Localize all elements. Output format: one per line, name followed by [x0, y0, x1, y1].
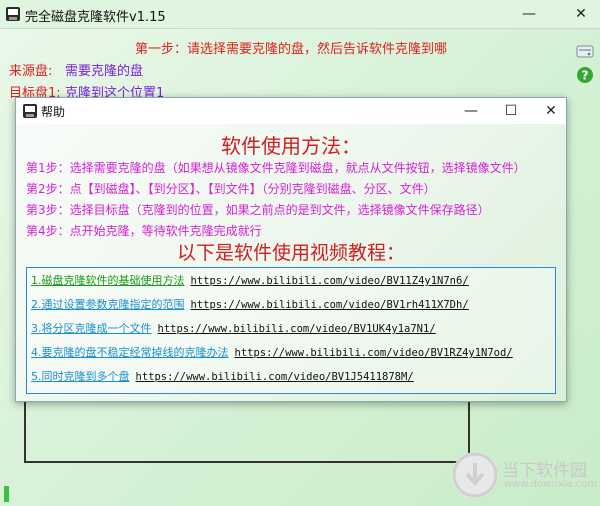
video-link-5[interactable]: 5.同时克隆到多个盘 https://www.bilibili.com/video… — [31, 368, 414, 384]
video-link-list: 1.磁盘克隆软件的基础使用方法 https://www.bilibili.com/… — [26, 267, 556, 394]
disk-app-icon — [23, 104, 37, 118]
video-link-3[interactable]: 3.将分区克隆成一个文件 https://www.bilibili.com/vid… — [31, 320, 436, 336]
video-link-url: https://www.bilibili.com/video/BV11Z4y1N… — [190, 275, 469, 287]
video-link-2[interactable]: 2.通过设置参数克隆指定的范围 https://www.bilibili.com/… — [31, 296, 469, 312]
help-question-icon[interactable]: ? — [576, 66, 594, 84]
svg-text:?: ? — [582, 69, 589, 83]
source-disk-label: 来源盘: — [9, 64, 53, 79]
usage-heading: 软件使用方法： — [221, 134, 361, 158]
video-link-url: https://www.bilibili.com/video/BV1RZ4y1N… — [234, 347, 513, 359]
help-step-1: 第1步：选择需要克隆的盘（如果想从镜像文件克隆到磁盘，就点从文件按钮，选择镜像文… — [26, 161, 526, 175]
video-link-label: 1.磁盘克隆软件的基础使用方法 — [31, 274, 185, 287]
watermark: 当下软件园 www.downxia.com — [452, 452, 597, 502]
help-maximize-button[interactable]: ☐ — [500, 101, 522, 121]
help-dialog-title: 帮助 — [41, 105, 66, 119]
help-step-3: 第3步：选择目标盘（克隆到的位置，如果之前点的是到文件，选择镜像文件保存路径） — [26, 203, 490, 217]
help-close-button[interactable]: ✕ — [540, 101, 562, 121]
help-minimize-button[interactable]: — — [460, 101, 482, 121]
window-title: 完全磁盘克隆软件v1.15 — [25, 10, 166, 25]
help-dialog: 帮助 — ☐ ✕ 软件使用方法： 第1步：选择需要克隆的盘（如果想从镜像文件克隆… — [15, 97, 567, 402]
video-link-url: https://www.bilibili.com/video/BV1rh411X… — [190, 299, 469, 311]
watermark-logo-icon — [452, 452, 498, 498]
video-link-label: 5.同时克隆到多个盘 — [31, 370, 130, 383]
video-link-label: 3.将分区克隆成一个文件 — [31, 322, 152, 335]
watermark-url: www.downxia.com — [504, 479, 598, 490]
minimize-button[interactable]: — — [518, 4, 540, 24]
video-link-1[interactable]: 1.磁盘克隆软件的基础使用方法 https://www.bilibili.com/… — [31, 272, 469, 288]
main-titlebar[interactable]: 完全磁盘克隆软件v1.15 — ✕ — [0, 0, 600, 29]
disk-app-icon — [6, 7, 20, 21]
video-tutorial-heading: 以下是软件使用视频教程： — [176, 242, 405, 264]
help-titlebar[interactable]: 帮助 — ☐ ✕ — [16, 98, 566, 124]
source-disk-value[interactable]: 需要克隆的盘 — [65, 60, 143, 79]
video-link-url: https://www.bilibili.com/video/BV1UK4y1a… — [157, 323, 436, 335]
video-link-url: https://www.bilibili.com/video/BV1J54118… — [135, 371, 414, 383]
video-link-label: 4.要克隆的盘不稳定经常掉线的克隆办法 — [31, 346, 229, 359]
progress-indicator — [4, 486, 9, 502]
step-instruction: 第一步：请选择需要克隆的盘，然后告诉软件克隆到哪 — [135, 42, 448, 57]
close-button[interactable]: ✕ — [570, 4, 592, 24]
video-link-label: 2.通过设置参数克隆指定的范围 — [31, 298, 185, 311]
disk-list-icon[interactable] — [576, 42, 594, 60]
help-step-2: 第2步：点【到磁盘】、【到分区】、【到文件】（分别克隆到磁盘、分区、文件） — [26, 182, 436, 196]
watermark-text: 当下软件园 — [502, 461, 587, 481]
video-link-4[interactable]: 4.要克隆的盘不稳定经常掉线的克隆办法 https://www.bilibili.… — [31, 344, 513, 360]
disk-panel-frame — [24, 399, 470, 463]
help-step-4: 第4步：点开始克隆，等待软件克隆完成就行 — [26, 224, 262, 238]
